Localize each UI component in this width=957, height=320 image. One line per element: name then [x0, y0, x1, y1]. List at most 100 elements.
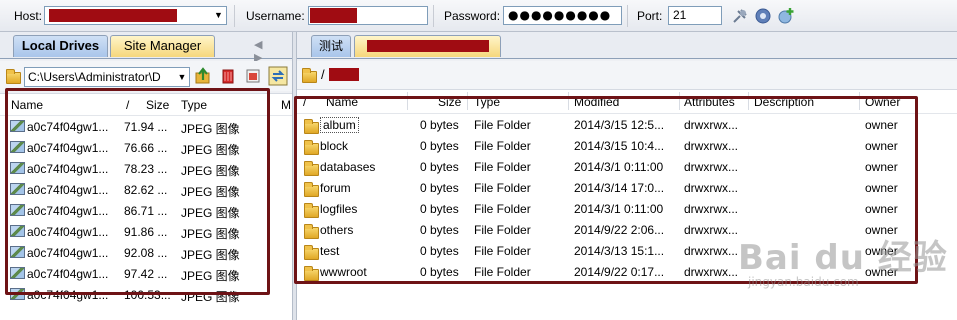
- column-separator[interactable]: [407, 92, 408, 110]
- list-item[interactable]: a0c74f04gw1... 82.62 ... JPEG 图像: [0, 180, 292, 201]
- col-attributes[interactable]: Attributes: [684, 95, 735, 109]
- baidu-watermark: Bai du 经验 jingyan.baidu.com: [738, 230, 948, 289]
- tab-site-manager[interactable]: Site Manager: [110, 35, 215, 57]
- file-size: 76.66 ...: [124, 141, 168, 155]
- file-size: 92.08 ...: [124, 246, 168, 260]
- column-separator[interactable]: [748, 92, 749, 110]
- col-modified[interactable]: Modified: [574, 95, 619, 109]
- list-item[interactable]: a0c74f04gw1... 91.86 ... JPEG 图像: [0, 222, 292, 243]
- column-separator[interactable]: [679, 92, 680, 110]
- folder-name: others: [320, 223, 354, 237]
- list-item[interactable]: a0c74f04gw1... 86.71 ... JPEG 图像: [0, 201, 292, 222]
- folder-owner: owner: [865, 181, 898, 195]
- folder-type: File Folder: [474, 181, 531, 195]
- file-name: a0c74f04gw1...: [27, 141, 109, 155]
- local-path-combo[interactable]: C:\Users\Administrator\D ▼: [24, 67, 190, 87]
- folder-icon: [304, 203, 319, 218]
- right-tab-bar: 测试: [297, 32, 957, 59]
- list-item[interactable]: a0c74f04gw1... 92.08 ... JPEG 图像: [0, 243, 292, 264]
- col-modified-truncated[interactable]: M: [281, 98, 291, 112]
- tab-remote-site[interactable]: [354, 35, 501, 57]
- col-type[interactable]: Type: [474, 95, 500, 109]
- sync-browse-icon[interactable]: [268, 66, 288, 86]
- list-item[interactable]: a0c74f04gw1... 76.66 ... JPEG 图像: [0, 138, 292, 159]
- col-type[interactable]: Type: [181, 98, 207, 112]
- folder-modified: 2014/3/15 10:4...: [574, 139, 665, 153]
- image-file-icon: [10, 267, 25, 279]
- tab-local-drives[interactable]: Local Drives: [13, 35, 108, 57]
- table-row[interactable]: databases 0 bytes File Folder 2014/3/1 0:11…: [297, 157, 957, 178]
- folder-name: logfiles: [320, 202, 358, 216]
- separator: [433, 5, 434, 27]
- port-input[interactable]: 21: [668, 6, 722, 25]
- col-size[interactable]: Size: [438, 95, 461, 109]
- chevron-down-icon[interactable]: ▼: [175, 68, 189, 86]
- file-name: a0c74f04gw1...: [27, 162, 109, 176]
- table-row[interactable]: forum 0 bytes File Folder 2014/3/14 17:0...…: [297, 178, 957, 199]
- file-name: a0c74f04gw1...: [27, 267, 109, 281]
- file-size: 97.42 ...: [124, 267, 168, 281]
- up-folder-icon[interactable]: [194, 67, 212, 85]
- disconnect-icon[interactable]: [731, 7, 749, 25]
- folder-icon: [304, 224, 319, 239]
- list-item[interactable]: a0c74f04gw1... 71.94 ... JPEG 图像: [0, 117, 292, 138]
- file-size: 82.62 ...: [124, 183, 168, 197]
- table-row[interactable]: album 0 bytes File Folder 2014/3/15 12:5...…: [297, 115, 957, 136]
- list-item[interactable]: a0c74f04gw1... 78.23 ... JPEG 图像: [0, 159, 292, 180]
- image-file-icon: [10, 141, 25, 153]
- column-separator[interactable]: [859, 92, 860, 110]
- add-site-icon[interactable]: [777, 7, 795, 25]
- tab-test[interactable]: 测试: [311, 35, 351, 57]
- col-size[interactable]: Size: [146, 98, 169, 112]
- folder-size: 0 bytes: [420, 139, 459, 153]
- folder-type: File Folder: [474, 244, 531, 258]
- username-input[interactable]: [308, 6, 428, 25]
- folder-owner: owner: [865, 160, 898, 174]
- col-owner[interactable]: Owner: [865, 95, 900, 109]
- col-description[interactable]: Description: [754, 95, 814, 109]
- list-item[interactable]: a0c74f04gw1... 97.42 ... JPEG 图像: [0, 264, 292, 285]
- file-name: a0c74f04gw1...: [27, 288, 109, 302]
- properties-icon[interactable]: [244, 67, 262, 85]
- chevron-down-icon[interactable]: ▼: [211, 7, 226, 24]
- folder-attributes: drwxrwx...: [684, 160, 738, 174]
- folder-type: File Folder: [474, 139, 531, 153]
- folder-name: album: [320, 117, 359, 133]
- folder-name: wwwroot: [320, 265, 367, 279]
- local-file-list[interactable]: Name / Size Type M a0c74f04gw1... 71.94 .…: [0, 93, 292, 320]
- table-row[interactable]: logfiles 0 bytes File Folder 2014/3/1 0:11:…: [297, 199, 957, 220]
- sort-indicator: /: [303, 95, 307, 109]
- column-separator[interactable]: [467, 92, 468, 110]
- host-label: Host:: [14, 9, 43, 23]
- password-input[interactable]: ●●●●●●●●●: [503, 6, 622, 25]
- col-name[interactable]: Name: [11, 98, 43, 112]
- settings-gear-icon[interactable]: [754, 7, 772, 25]
- folder-modified: 2014/3/13 15:1...: [574, 244, 665, 258]
- file-type: JPEG 图像: [181, 206, 240, 220]
- folder-name: databases: [320, 160, 376, 174]
- column-separator[interactable]: [568, 92, 569, 110]
- folder-size: 0 bytes: [420, 244, 459, 258]
- folder-size: 0 bytes: [420, 202, 459, 216]
- redacted-remote-path: [329, 68, 359, 81]
- separator: [234, 5, 235, 27]
- list-item[interactable]: a0c74f04gw1... 100.53... JPEG 图像: [0, 285, 292, 306]
- folder-modified: 2014/3/14 17:0...: [574, 181, 665, 195]
- sort-indicator: /: [126, 98, 130, 112]
- local-path-bar: C:\Users\Administrator\D ▼: [0, 61, 292, 91]
- folder-icon: [304, 245, 319, 260]
- delete-icon[interactable]: [219, 67, 237, 85]
- separator: [627, 5, 628, 27]
- file-name: a0c74f04gw1...: [27, 246, 109, 260]
- table-row[interactable]: block 0 bytes File Folder 2014/3/15 10:4...…: [297, 136, 957, 157]
- folder-name: test: [320, 244, 340, 258]
- file-type: JPEG 图像: [181, 122, 240, 136]
- folder-modified: 2014/9/22 0:17...: [574, 265, 665, 279]
- col-name[interactable]: Name: [326, 95, 358, 109]
- host-input[interactable]: ▼: [44, 6, 227, 25]
- file-size: 91.86 ...: [124, 225, 168, 239]
- folder-modified: 2014/9/22 2:06...: [574, 223, 665, 237]
- image-file-icon: [10, 204, 25, 216]
- file-type: JPEG 图像: [181, 143, 240, 157]
- file-name: a0c74f04gw1...: [27, 183, 109, 197]
